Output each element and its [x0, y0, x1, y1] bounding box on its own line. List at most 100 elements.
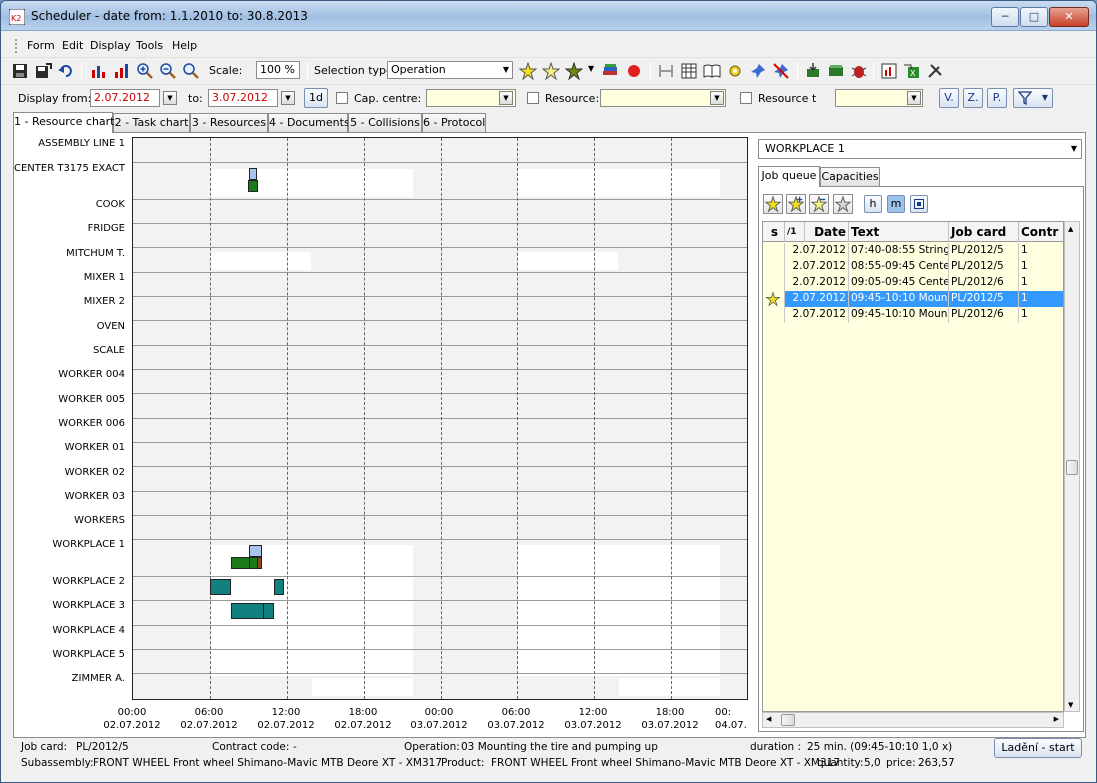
table-row[interactable]: 2.07.2012 08:55-09:45 Cente... PL/2012/5… — [763, 259, 1063, 275]
task-bar[interactable] — [231, 557, 250, 569]
bar-chart-alt-icon[interactable] — [113, 62, 131, 80]
split-icon[interactable] — [657, 62, 675, 80]
tab-job-queue[interactable]: Job queue — [758, 166, 820, 187]
chevron-down-icon[interactable]: ▼ — [281, 91, 295, 105]
cap-centre-checkbox[interactable] — [336, 92, 348, 104]
job-queue-vertical-scrollbar[interactable]: ▲ ▼ — [1064, 221, 1080, 712]
job-queue-grid[interactable]: s /1 Date Text Job card Contr 2.07.2012 … — [762, 221, 1064, 712]
close-button[interactable]: ✕ — [1049, 7, 1089, 27]
chevron-down-icon[interactable]: ▼ — [588, 64, 594, 73]
table-row[interactable]: 2.07.2012 09:45-10:10 Moun... PL/2012/6 … — [763, 307, 1063, 323]
arrow-left-icon[interactable]: ◀ — [766, 715, 771, 723]
task-bar[interactable] — [274, 579, 284, 595]
chevron-down-icon[interactable]: ▼ — [907, 91, 921, 105]
record-icon[interactable] — [625, 62, 643, 80]
column-header-s[interactable]: s — [763, 222, 785, 242]
table-row[interactable]: 2.07.2012 07:40-08:55 String... PL/2012/… — [763, 243, 1063, 259]
column-header-text[interactable]: Text — [849, 222, 949, 242]
column-header-contr[interactable]: Contr — [1019, 222, 1063, 242]
minimize-button[interactable]: ─ — [991, 7, 1019, 27]
tab-resources[interactable]: 3 - Resources — [190, 113, 268, 132]
resource-type-checkbox[interactable] — [740, 92, 752, 104]
arrow-down-icon[interactable]: ▼ — [1068, 701, 1073, 709]
resource-checkbox[interactable] — [527, 92, 539, 104]
workplace-select[interactable]: WORKPLACE 1 ▼ — [758, 139, 1082, 159]
zoom-out-icon[interactable] — [159, 62, 177, 80]
books-icon[interactable] — [601, 62, 619, 80]
tab-resource-chart[interactable]: 1 - Resource chart — [13, 112, 115, 133]
arrow-up-icon[interactable]: ▲ — [1068, 225, 1073, 233]
column-header-sort[interactable]: /1 — [785, 222, 805, 242]
undo-icon[interactable] — [57, 62, 75, 80]
p-button[interactable]: P. — [987, 88, 1007, 108]
selection-type-select[interactable]: Operation ▼ — [387, 61, 513, 79]
detail-toggle[interactable] — [910, 195, 928, 213]
tab-capacities[interactable]: Capacities — [820, 167, 880, 186]
column-header-job-card[interactable]: Job card — [949, 222, 1019, 242]
chevron-down-icon[interactable]: ▼ — [163, 91, 177, 105]
scroll-thumb[interactable] — [1066, 460, 1078, 475]
task-bar[interactable] — [248, 180, 258, 192]
zoom-icon[interactable] — [182, 62, 200, 80]
report-icon[interactable] — [880, 62, 898, 80]
chevron-down-icon[interactable]: ▼ — [499, 91, 513, 105]
save-icon[interactable] — [11, 62, 29, 80]
resource-select[interactable] — [600, 89, 726, 107]
date-cell: 2.07.2012 — [785, 259, 849, 275]
minutes-toggle[interactable]: m — [887, 195, 905, 213]
resource-gantt-chart[interactable] — [132, 137, 748, 700]
star-new-icon[interactable] — [519, 62, 537, 80]
scroll-thumb[interactable] — [781, 714, 795, 726]
chevron-down-icon[interactable]: ▼ — [710, 91, 724, 105]
zoom-in-icon[interactable] — [136, 62, 154, 80]
table-row[interactable]: 2.07.2012 09:05-09:45 Cente... PL/2012/6… — [763, 275, 1063, 291]
star-green-icon[interactable] — [565, 62, 583, 80]
bug-icon[interactable] — [850, 62, 868, 80]
tab-documents[interactable]: 4 - Documents — [268, 113, 350, 132]
arrow-right-icon[interactable]: ▶ — [1054, 715, 1059, 723]
filter-button[interactable]: ▼ — [1013, 88, 1053, 108]
task-bar[interactable] — [249, 545, 262, 557]
star-remove-icon[interactable] — [809, 194, 829, 214]
menu-help[interactable]: Help — [172, 39, 197, 52]
menu-display[interactable]: Display — [90, 39, 131, 52]
maximize-button[interactable]: □ — [1020, 7, 1048, 27]
scale-input[interactable]: 100 % — [256, 61, 300, 79]
menu-tools[interactable]: Tools — [136, 39, 163, 52]
z-button[interactable]: Z. — [963, 88, 983, 108]
menu-edit[interactable]: Edit — [62, 39, 83, 52]
tab-protocol[interactable]: 6 - Protocol — [422, 113, 486, 132]
tab-task-chart[interactable]: 2 - Task chart — [113, 113, 190, 132]
task-bar[interactable] — [249, 168, 257, 180]
export-excel-icon[interactable]: X — [903, 62, 921, 80]
date-to-input[interactable]: 3.07.2012 — [208, 89, 278, 107]
table-row-selected[interactable]: 2.07.2012 09:45-10:10 Moun... PL/2012/5 … — [763, 291, 1063, 307]
star-new-icon[interactable] — [763, 194, 783, 214]
tab-collisions[interactable]: 5 - Collisions — [348, 113, 422, 132]
v-button[interactable]: V. — [939, 88, 959, 108]
task-bar[interactable] — [263, 603, 274, 619]
save-as-icon[interactable] — [34, 62, 52, 80]
job-queue-horizontal-scrollbar[interactable]: ◀ ▶ — [762, 712, 1064, 728]
task-bar[interactable] — [231, 603, 265, 619]
column-header-date[interactable]: Date — [805, 222, 849, 242]
pin-icon[interactable] — [749, 62, 767, 80]
book-down-icon[interactable] — [804, 62, 822, 80]
tools-icon[interactable] — [926, 62, 944, 80]
star-add-icon[interactable] — [786, 194, 806, 214]
hours-toggle[interactable]: h — [864, 195, 882, 213]
debug-start-button[interactable]: Ladění - start — [994, 738, 1082, 758]
calendar-grid-icon[interactable] — [680, 62, 698, 80]
book-green-icon[interactable] — [827, 62, 845, 80]
star-settings-icon[interactable] — [833, 194, 853, 214]
task-bar[interactable] — [210, 579, 231, 595]
period-button[interactable]: 1d — [304, 88, 328, 108]
date-from-input[interactable]: 2.07.2012 — [90, 89, 160, 107]
book-open-icon[interactable] — [703, 62, 721, 80]
star-edit-icon[interactable] — [542, 62, 560, 80]
menu-form[interactable]: Form — [27, 39, 55, 52]
unpin-icon[interactable] — [772, 62, 790, 80]
gear-yellow-icon[interactable] — [726, 62, 744, 80]
bar-chart-icon[interactable] — [90, 62, 108, 80]
task-bar[interactable] — [257, 557, 262, 569]
